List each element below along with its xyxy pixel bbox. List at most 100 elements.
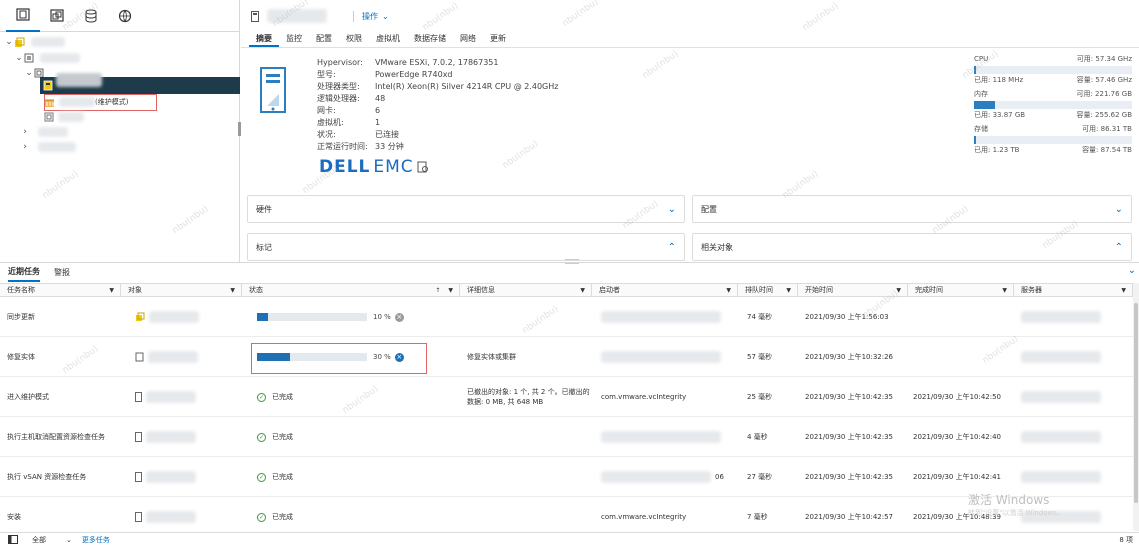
hardware-title: 硬件 xyxy=(256,204,272,214)
chevron-up-icon[interactable]: ⌃ xyxy=(1115,242,1123,253)
storage-capacity: 容量: 87.54 TB xyxy=(1082,146,1132,154)
task-object-cell[interactable] xyxy=(128,457,242,497)
task-object-cell[interactable] xyxy=(128,297,242,337)
task-queued: 57 毫秒 xyxy=(747,353,773,361)
filter-icon[interactable]: ▼ xyxy=(896,284,901,297)
column-header[interactable]: 排队时间 ▼ xyxy=(738,284,798,297)
spec-row: 处理器类型: Intel(R) Xeon(R) Silver 4214R CPU … xyxy=(317,81,558,93)
filter-icon[interactable]: ▼ xyxy=(230,284,235,297)
tab-alarms[interactable]: 警报 xyxy=(54,265,70,281)
storage-tab[interactable] xyxy=(74,0,108,32)
spec-label: 正常运行时间: xyxy=(317,142,368,151)
filter-icon[interactable]: ▼ xyxy=(726,284,731,297)
cancel-task-icon[interactable]: × xyxy=(394,312,404,322)
tab-networks[interactable]: 网络 xyxy=(453,32,483,47)
tab-vms[interactable]: 虚拟机 xyxy=(369,32,407,47)
vendor-info-icon[interactable] xyxy=(417,161,429,173)
related-objects-portlet[interactable]: 相关对象 ⌃ xyxy=(692,233,1132,261)
table-row[interactable]: 执行主机取消配置资源检查任务 ✓ 已完成 4 毫秒 2021/09/30 上午10:42… xyxy=(0,417,1133,457)
column-title: 启动者 xyxy=(599,286,620,294)
table-row[interactable]: 执行 vSAN 资源检查任务 ✓ 已完成 06 27 毫秒 2021/09/30 上午10… xyxy=(0,457,1133,497)
tab-summary[interactable]: 摘要 xyxy=(249,32,279,47)
task-object-cell[interactable] xyxy=(128,337,242,377)
filter-icon[interactable]: ▼ xyxy=(580,284,585,297)
collapse-panel-icon[interactable]: ⌄ xyxy=(1128,265,1136,276)
chevron-down-icon[interactable]: ⌄ xyxy=(66,536,72,544)
panel-toggle-icon[interactable] xyxy=(8,535,18,544)
tree-row-vm[interactable] xyxy=(44,110,84,124)
table-row[interactable]: 进入维护模式 ✓ 已完成 已撤出的对象: 1 个, 共 2 个。已撤出的数据: 0 M… xyxy=(0,377,1133,417)
tab-monitor[interactable]: 监控 xyxy=(279,32,309,47)
column-header[interactable]: 完成时间 ▼ xyxy=(908,284,1014,297)
column-header[interactable]: 对象 ▼ xyxy=(121,284,242,297)
task-server-cell xyxy=(1014,417,1133,457)
task-name: 执行主机取消配置资源检查任务 xyxy=(7,433,105,441)
networking-icon xyxy=(118,9,132,22)
column-header[interactable]: 启动者 ▼ xyxy=(592,284,738,297)
task-start-time: 2021/09/30 上午10:42:35 xyxy=(805,473,894,481)
hosts-clusters-tab[interactable] xyxy=(6,0,40,32)
tab-datastores[interactable]: 数据存储 xyxy=(407,32,453,47)
task-progress-bar xyxy=(257,313,367,321)
tab-configure[interactable]: 配置 xyxy=(309,32,339,47)
config-portlet[interactable]: 配置 ⌄ xyxy=(692,195,1132,223)
filter-icon[interactable]: ▼ xyxy=(786,284,791,297)
table-row[interactable]: 同步更新 10 % × 74 毫秒 2021/09/30 上午1:56:03 xyxy=(0,297,1133,337)
filter-icon[interactable]: ▼ xyxy=(1121,284,1126,297)
chevron-down-icon: ⌄ xyxy=(382,11,389,21)
grid-scrollbar[interactable] xyxy=(1133,283,1139,531)
column-header[interactable]: 开始时间 ▼ xyxy=(798,284,908,297)
task-details-cell: 修复实体或集群 xyxy=(460,337,592,377)
hardware-portlet[interactable]: 硬件 ⌄ xyxy=(247,195,685,223)
filter-icon[interactable]: ▼ xyxy=(1002,284,1007,297)
column-header[interactable]: 服务器 ▼ xyxy=(1014,284,1133,297)
chevron-down-icon[interactable]: ⌄ xyxy=(4,37,14,47)
tab-permissions[interactable]: 权限 xyxy=(339,32,369,47)
task-server-cell xyxy=(1014,297,1133,337)
networking-tab[interactable] xyxy=(108,0,142,32)
tab-recent-tasks[interactable]: 近期任务 xyxy=(8,264,40,282)
tags-portlet[interactable]: 标记 ⌃ xyxy=(247,233,685,261)
column-header[interactable]: 状态 ↑ ▼ xyxy=(242,284,460,297)
datacenter-name-redacted xyxy=(40,53,80,63)
task-object-cell[interactable] xyxy=(128,497,242,531)
tree-row-collapsed-2[interactable]: › xyxy=(20,140,76,154)
chevron-down-icon[interactable]: ⌄ xyxy=(24,68,34,78)
tree-row-collapsed-1[interactable]: › xyxy=(20,125,68,139)
task-object-cell[interactable] xyxy=(128,417,242,457)
task-server-cell xyxy=(1014,377,1133,417)
tree-row-vcenter[interactable]: ⌄ xyxy=(4,35,65,49)
chevron-up-icon[interactable]: ⌃ xyxy=(668,242,676,253)
storage-used: 已用: 1.23 TB xyxy=(974,146,1020,154)
more-tasks-link[interactable]: 更多任务 xyxy=(82,535,110,545)
spec-value: VMware ESXi, 7.0.2, 17867351 xyxy=(375,58,499,67)
table-row[interactable]: 修复实体 30 % × 修复实体或集群 57 毫秒 2021/09/30 上午10:32:… xyxy=(0,337,1133,377)
vms-templates-tab[interactable] xyxy=(40,0,74,32)
task-end-cell: 2021/09/30 上午10:42:50 xyxy=(906,377,1014,417)
task-status-cell: 10 % × xyxy=(250,297,460,337)
tree-row-datacenter[interactable]: ⌄ xyxy=(14,51,80,65)
chevron-right-icon[interactable]: › xyxy=(20,127,30,137)
task-name-cell: 进入维护模式 xyxy=(0,377,121,417)
filter-icon[interactable]: ▼ xyxy=(448,284,453,297)
column-header[interactable]: 详细信息 ▼ xyxy=(460,284,592,297)
tree-row-selected-host[interactable] xyxy=(40,73,240,94)
check-circle-icon: ✓ xyxy=(257,392,266,402)
task-end-time: 2021/09/30 上午10:42:50 xyxy=(913,393,1002,401)
table-row[interactable]: 安装 ✓ 已完成 com.vmware.vcIntegrity 7 毫秒 2021/09/… xyxy=(0,497,1133,531)
task-start-cell: 2021/09/30 上午1:56:03 xyxy=(798,297,908,337)
scrollbar-thumb[interactable] xyxy=(1134,303,1138,503)
sort-asc-icon[interactable]: ↑ xyxy=(435,284,440,297)
task-object-cell[interactable] xyxy=(128,377,242,417)
chevron-down-icon[interactable]: ⌄ xyxy=(668,204,676,215)
host-name-redacted xyxy=(56,73,102,87)
chevron-down-icon[interactable]: ⌄ xyxy=(14,53,24,63)
chevron-right-icon[interactable]: › xyxy=(20,142,30,152)
task-initiator-cell xyxy=(594,297,738,337)
chevron-down-icon[interactable]: ⌄ xyxy=(1115,204,1123,215)
column-header[interactable]: 任务名称 ▼ xyxy=(0,284,121,297)
tab-updates[interactable]: 更新 xyxy=(483,32,513,47)
task-filter-select[interactable]: 全部 xyxy=(32,535,46,545)
actions-menu[interactable]: 操作 ⌄ xyxy=(353,10,389,22)
filter-icon[interactable]: ▼ xyxy=(109,284,114,297)
